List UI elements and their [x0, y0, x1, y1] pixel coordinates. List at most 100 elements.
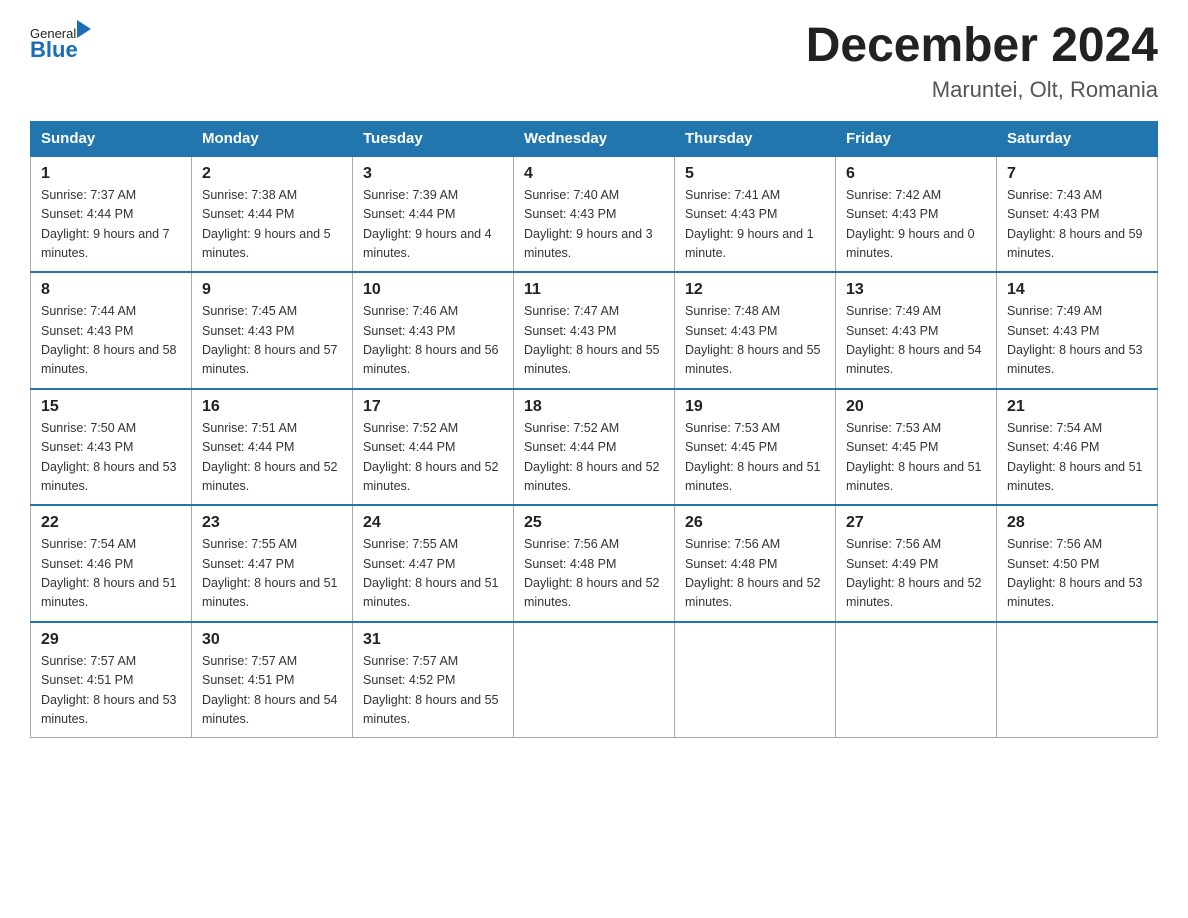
table-row: 18 Sunrise: 7:52 AMSunset: 4:44 PMDaylig… — [514, 389, 675, 506]
day-info: Sunrise: 7:53 AMSunset: 4:45 PMDaylight:… — [846, 421, 982, 493]
table-row: 21 Sunrise: 7:54 AMSunset: 4:46 PMDaylig… — [997, 389, 1158, 506]
day-info: Sunrise: 7:43 AMSunset: 4:43 PMDaylight:… — [1007, 188, 1143, 260]
col-tuesday: Tuesday — [353, 121, 514, 156]
table-row: 29 Sunrise: 7:57 AMSunset: 4:51 PMDaylig… — [31, 622, 192, 738]
col-thursday: Thursday — [675, 121, 836, 156]
day-info: Sunrise: 7:56 AMSunset: 4:49 PMDaylight:… — [846, 537, 982, 609]
table-row: 11 Sunrise: 7:47 AMSunset: 4:43 PMDaylig… — [514, 272, 675, 389]
table-row — [675, 622, 836, 738]
day-number: 29 — [41, 631, 181, 649]
day-number: 1 — [41, 165, 181, 183]
table-row: 2 Sunrise: 7:38 AMSunset: 4:44 PMDayligh… — [192, 156, 353, 273]
table-row: 8 Sunrise: 7:44 AMSunset: 4:43 PMDayligh… — [31, 272, 192, 389]
day-info: Sunrise: 7:49 AMSunset: 4:43 PMDaylight:… — [1007, 304, 1143, 376]
day-info: Sunrise: 7:45 AMSunset: 4:43 PMDaylight:… — [202, 304, 338, 376]
table-row: 13 Sunrise: 7:49 AMSunset: 4:43 PMDaylig… — [836, 272, 997, 389]
day-number: 18 — [524, 398, 664, 416]
table-row: 10 Sunrise: 7:46 AMSunset: 4:43 PMDaylig… — [353, 272, 514, 389]
col-saturday: Saturday — [997, 121, 1158, 156]
day-number: 13 — [846, 281, 986, 299]
day-number: 21 — [1007, 398, 1147, 416]
col-sunday: Sunday — [31, 121, 192, 156]
day-number: 22 — [41, 514, 181, 532]
table-row: 5 Sunrise: 7:41 AMSunset: 4:43 PMDayligh… — [675, 156, 836, 273]
table-row: 16 Sunrise: 7:51 AMSunset: 4:44 PMDaylig… — [192, 389, 353, 506]
table-row: 31 Sunrise: 7:57 AMSunset: 4:52 PMDaylig… — [353, 622, 514, 738]
day-number: 31 — [363, 631, 503, 649]
location-subtitle: Maruntei, Olt, Romania — [806, 77, 1158, 103]
day-info: Sunrise: 7:39 AMSunset: 4:44 PMDaylight:… — [363, 188, 492, 260]
day-info: Sunrise: 7:44 AMSunset: 4:43 PMDaylight:… — [41, 304, 177, 376]
table-row — [997, 622, 1158, 738]
table-row: 23 Sunrise: 7:55 AMSunset: 4:47 PMDaylig… — [192, 505, 353, 622]
day-info: Sunrise: 7:46 AMSunset: 4:43 PMDaylight:… — [363, 304, 499, 376]
calendar-table: Sunday Monday Tuesday Wednesday Thursday… — [30, 121, 1158, 739]
table-row: 30 Sunrise: 7:57 AMSunset: 4:51 PMDaylig… — [192, 622, 353, 738]
day-info: Sunrise: 7:53 AMSunset: 4:45 PMDaylight:… — [685, 421, 821, 493]
day-number: 6 — [846, 165, 986, 183]
day-info: Sunrise: 7:57 AMSunset: 4:52 PMDaylight:… — [363, 654, 499, 726]
col-friday: Friday — [836, 121, 997, 156]
day-info: Sunrise: 7:51 AMSunset: 4:44 PMDaylight:… — [202, 421, 338, 493]
day-number: 10 — [363, 281, 503, 299]
day-info: Sunrise: 7:57 AMSunset: 4:51 PMDaylight:… — [202, 654, 338, 726]
table-row: 9 Sunrise: 7:45 AMSunset: 4:43 PMDayligh… — [192, 272, 353, 389]
day-info: Sunrise: 7:56 AMSunset: 4:48 PMDaylight:… — [685, 537, 821, 609]
day-info: Sunrise: 7:48 AMSunset: 4:43 PMDaylight:… — [685, 304, 821, 376]
calendar-week-4: 22 Sunrise: 7:54 AMSunset: 4:46 PMDaylig… — [31, 505, 1158, 622]
day-number: 11 — [524, 281, 664, 299]
day-info: Sunrise: 7:37 AMSunset: 4:44 PMDaylight:… — [41, 188, 170, 260]
table-row: 20 Sunrise: 7:53 AMSunset: 4:45 PMDaylig… — [836, 389, 997, 506]
day-number: 4 — [524, 165, 664, 183]
page-header: General Blue December 2024 Maruntei, Olt… — [30, 20, 1158, 103]
day-info: Sunrise: 7:52 AMSunset: 4:44 PMDaylight:… — [524, 421, 660, 493]
table-row: 12 Sunrise: 7:48 AMSunset: 4:43 PMDaylig… — [675, 272, 836, 389]
table-row: 14 Sunrise: 7:49 AMSunset: 4:43 PMDaylig… — [997, 272, 1158, 389]
day-info: Sunrise: 7:49 AMSunset: 4:43 PMDaylight:… — [846, 304, 982, 376]
col-wednesday: Wednesday — [514, 121, 675, 156]
table-row: 22 Sunrise: 7:54 AMSunset: 4:46 PMDaylig… — [31, 505, 192, 622]
day-number: 27 — [846, 514, 986, 532]
table-row: 3 Sunrise: 7:39 AMSunset: 4:44 PMDayligh… — [353, 156, 514, 273]
title-area: December 2024 Maruntei, Olt, Romania — [806, 20, 1158, 103]
calendar-week-3: 15 Sunrise: 7:50 AMSunset: 4:43 PMDaylig… — [31, 389, 1158, 506]
day-number: 19 — [685, 398, 825, 416]
day-number: 3 — [363, 165, 503, 183]
day-info: Sunrise: 7:54 AMSunset: 4:46 PMDaylight:… — [41, 537, 177, 609]
day-info: Sunrise: 7:56 AMSunset: 4:50 PMDaylight:… — [1007, 537, 1143, 609]
day-number: 5 — [685, 165, 825, 183]
calendar-header-row: Sunday Monday Tuesday Wednesday Thursday… — [31, 121, 1158, 156]
logo-blue-text: Blue — [30, 37, 78, 62]
table-row — [514, 622, 675, 738]
day-number: 23 — [202, 514, 342, 532]
day-number: 16 — [202, 398, 342, 416]
day-number: 2 — [202, 165, 342, 183]
logo-flag-icon — [77, 20, 91, 38]
day-number: 14 — [1007, 281, 1147, 299]
table-row: 4 Sunrise: 7:40 AMSunset: 4:43 PMDayligh… — [514, 156, 675, 273]
table-row: 17 Sunrise: 7:52 AMSunset: 4:44 PMDaylig… — [353, 389, 514, 506]
col-monday: Monday — [192, 121, 353, 156]
table-row: 19 Sunrise: 7:53 AMSunset: 4:45 PMDaylig… — [675, 389, 836, 506]
table-row: 27 Sunrise: 7:56 AMSunset: 4:49 PMDaylig… — [836, 505, 997, 622]
calendar-week-1: 1 Sunrise: 7:37 AMSunset: 4:44 PMDayligh… — [31, 156, 1158, 273]
day-info: Sunrise: 7:40 AMSunset: 4:43 PMDaylight:… — [524, 188, 653, 260]
day-number: 17 — [363, 398, 503, 416]
calendar-week-2: 8 Sunrise: 7:44 AMSunset: 4:43 PMDayligh… — [31, 272, 1158, 389]
day-number: 9 — [202, 281, 342, 299]
table-row — [836, 622, 997, 738]
day-info: Sunrise: 7:50 AMSunset: 4:43 PMDaylight:… — [41, 421, 177, 493]
month-title: December 2024 — [806, 20, 1158, 73]
day-info: Sunrise: 7:41 AMSunset: 4:43 PMDaylight:… — [685, 188, 814, 260]
logo-area: General Blue — [30, 20, 92, 63]
day-info: Sunrise: 7:55 AMSunset: 4:47 PMDaylight:… — [363, 537, 499, 609]
table-row: 15 Sunrise: 7:50 AMSunset: 4:43 PMDaylig… — [31, 389, 192, 506]
table-row: 26 Sunrise: 7:56 AMSunset: 4:48 PMDaylig… — [675, 505, 836, 622]
day-info: Sunrise: 7:55 AMSunset: 4:47 PMDaylight:… — [202, 537, 338, 609]
day-number: 25 — [524, 514, 664, 532]
day-number: 8 — [41, 281, 181, 299]
day-number: 12 — [685, 281, 825, 299]
day-number: 15 — [41, 398, 181, 416]
day-info: Sunrise: 7:38 AMSunset: 4:44 PMDaylight:… — [202, 188, 331, 260]
day-number: 30 — [202, 631, 342, 649]
